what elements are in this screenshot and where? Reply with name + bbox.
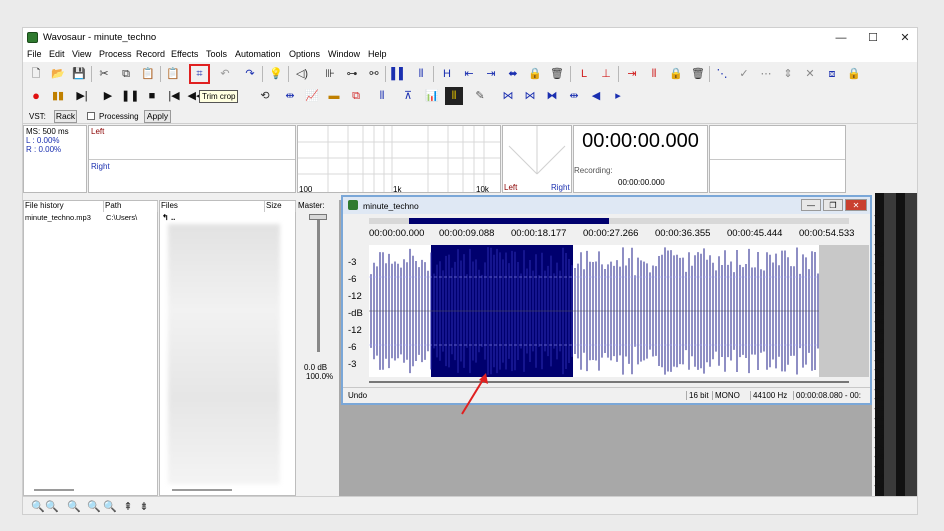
annotation-arrow bbox=[461, 373, 488, 415]
